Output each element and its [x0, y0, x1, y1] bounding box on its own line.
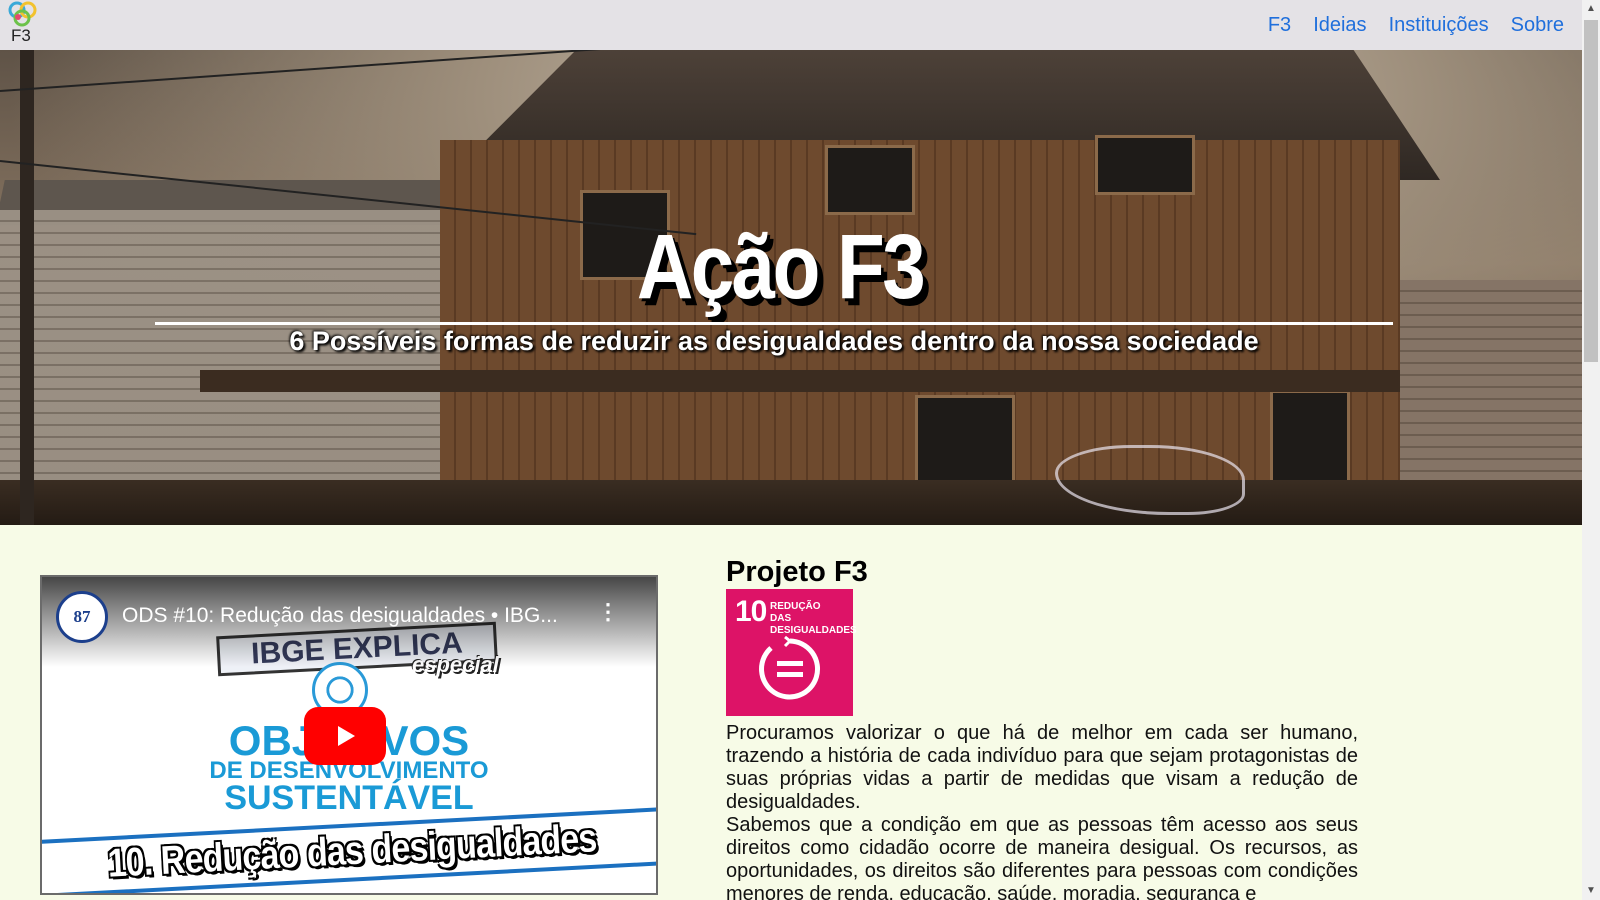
- more-options-icon[interactable]: ⋮: [597, 601, 619, 623]
- article-paragraph: Procuramos valorizar o que há de melhor …: [726, 722, 1358, 813]
- sdg-label: REDUÇÃO DAS DESIGUALDADES: [770, 601, 857, 636]
- equality-icon: [759, 636, 821, 700]
- embedded-youtube-video[interactable]: IBGE EXPLICA especial OBJETIVOS DE DESEN…: [40, 575, 658, 895]
- nav-link-sobre[interactable]: Sobre: [1511, 14, 1564, 37]
- main-nav: F3 Ideias Instituições Sobre: [1268, 14, 1564, 37]
- page-scrollbar[interactable]: ▲ ▼: [1582, 0, 1600, 900]
- hero-ground: [0, 480, 1582, 525]
- channel-avatar[interactable]: 87: [56, 591, 108, 643]
- nav-link-f3[interactable]: F3: [1268, 14, 1291, 37]
- project-article: Projeto F3 10 REDUÇÃO DAS DESIGUALDADES …: [726, 555, 1358, 900]
- top-navigation-bar: F3 F3 Ideias Instituições Sobre: [0, 0, 1582, 50]
- sdg-10-badge: 10 REDUÇÃO DAS DESIGUALDADES: [726, 589, 857, 716]
- site-logo[interactable]: F3: [6, 0, 46, 48]
- scroll-up-arrow-icon[interactable]: ▲: [1582, 0, 1600, 18]
- article-heading: Projeto F3: [726, 556, 868, 588]
- hero-porch: [200, 370, 1400, 392]
- article-paragraph: Sabemos que a condição em que as pessoas…: [726, 814, 1358, 900]
- play-icon: [338, 726, 355, 746]
- hero-subtitle: 6 Possíveis formas de reduzir as desigua…: [289, 326, 1259, 356]
- nav-link-ideias[interactable]: Ideias: [1313, 14, 1366, 37]
- scrollbar-thumb[interactable]: [1584, 20, 1598, 362]
- scroll-down-arrow-icon[interactable]: ▼: [1582, 882, 1600, 900]
- nav-link-instituicoes[interactable]: Instituições: [1389, 14, 1489, 37]
- logo-text: F3: [11, 26, 31, 45]
- video-title-link[interactable]: ODS #10: Redução das desigualdades • IBG…: [122, 604, 592, 628]
- hero-title: Ação F3: [636, 216, 926, 318]
- hero-utility-pole: [20, 50, 34, 525]
- hero-divider: [155, 322, 1393, 325]
- hero-banner: Ação F3 6 Possíveis formas de reduzir as…: [0, 50, 1582, 525]
- play-button[interactable]: [304, 707, 386, 765]
- hero-window: [1095, 135, 1195, 195]
- sdg-number: 10: [735, 595, 767, 628]
- hero-window: [825, 145, 915, 215]
